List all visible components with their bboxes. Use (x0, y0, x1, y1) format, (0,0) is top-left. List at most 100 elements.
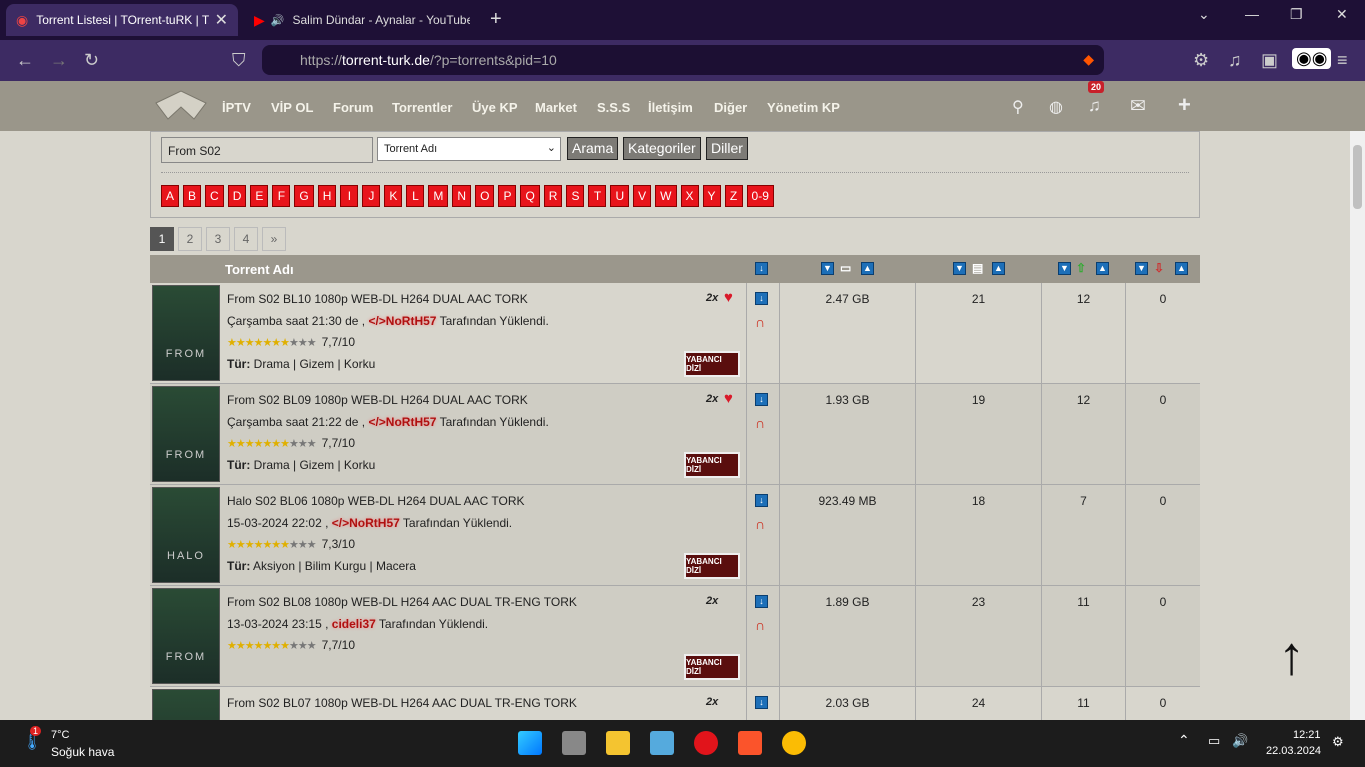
download-icon[interactable]: ↓ (755, 393, 768, 406)
letter-filter-r[interactable]: R (543, 185, 563, 207)
nav-market[interactable]: Market (535, 100, 577, 115)
letter-filter-v[interactable]: V (633, 185, 652, 207)
letter-filter-0-9[interactable]: 0-9 (746, 185, 774, 207)
brave-shield-icon[interactable]: ◆ (1083, 51, 1094, 68)
genre-list[interactable]: Drama | Gizem | Korku (254, 458, 376, 472)
sidebar-icon[interactable]: ▣ (1261, 50, 1278, 71)
foreign-series-badge[interactable]: YABANCI DİZİ (684, 654, 740, 680)
seeders-sort-down-icon[interactable]: ▼ (1058, 262, 1071, 275)
chevron-down-icon[interactable]: ⌄ (1198, 6, 1210, 23)
uploader-link[interactable]: </>NoRtH57 (332, 516, 400, 530)
uploader-link[interactable]: </>NoRtH57 (368, 314, 436, 328)
back-icon[interactable]: ← (16, 50, 34, 71)
torrent-title-link[interactable]: From S02 BL08 1080p WEB-DL H264 AAC DUAL… (227, 595, 577, 609)
search-button[interactable]: Arama (567, 137, 619, 160)
letter-filter-q[interactable]: Q (520, 185, 540, 207)
letter-filter-b[interactable]: B (183, 185, 202, 207)
magnet-icon[interactable]: ∩ (755, 516, 765, 532)
size-sort-up-icon[interactable]: ▲ (861, 262, 874, 275)
download-icon[interactable]: ↓ (755, 292, 768, 305)
foreign-series-badge[interactable]: YABANCI DİZİ (684, 351, 740, 377)
start-icon[interactable] (518, 731, 542, 755)
volume-icon[interactable]: 🔊 (1232, 733, 1248, 749)
letter-filter-e[interactable]: E (250, 185, 269, 207)
poster-image[interactable]: FROM (152, 285, 220, 381)
page-button-2[interactable]: 2 (178, 227, 202, 251)
letter-filter-d[interactable]: D (227, 185, 247, 207)
menu-icon[interactable]: ≡ (1337, 50, 1348, 71)
tab-youtube[interactable]: ▶ 🔊 Salim Dündar - Aynalar - YouTube (244, 4, 480, 36)
foreign-series-badge[interactable]: YABANCI DİZİ (684, 452, 740, 478)
nav-vip[interactable]: VİP OL (271, 100, 313, 115)
poster-image[interactable]: FROM (152, 588, 220, 684)
letter-filter-h[interactable]: H (317, 185, 337, 207)
letter-filter-o[interactable]: O (475, 185, 495, 207)
new-tab-icon[interactable]: + (490, 8, 502, 31)
letter-filter-i[interactable]: I (340, 185, 359, 207)
download-icon[interactable]: ↓ (755, 595, 768, 608)
plus-icon[interactable]: + (1178, 92, 1191, 118)
mail-icon[interactable]: ✉ (1130, 95, 1146, 118)
scrollbar-thumb[interactable] (1353, 145, 1362, 209)
poster-image[interactable]: FROM (152, 386, 220, 482)
uploader-link[interactable]: cideli37 (332, 617, 376, 631)
reload-icon[interactable]: ↻ (84, 50, 99, 71)
minimize-icon[interactable]: — (1245, 6, 1259, 22)
genre-list[interactable]: Drama | Gizem | Korku (254, 357, 376, 371)
heart-icon[interactable]: ♥ (724, 289, 733, 306)
download-icon[interactable]: ↓ (755, 494, 768, 507)
next-page-button[interactable]: » (262, 227, 286, 251)
completed-sort-down-icon[interactable]: ▼ (953, 262, 966, 275)
letter-filter-c[interactable]: C (205, 185, 224, 207)
letter-filter-s[interactable]: S (566, 185, 585, 207)
letter-filter-p[interactable]: P (498, 185, 517, 207)
download-icon[interactable]: ↓ (755, 696, 768, 709)
page-scrollbar[interactable] (1350, 131, 1365, 720)
globe-icon[interactable]: ◍ (1049, 97, 1063, 117)
torrent-title-link[interactable]: From S02 BL07 1080p WEB-DL H264 AAC DUAL… (227, 696, 577, 710)
letter-filter-t[interactable]: T (588, 185, 607, 207)
clock-time[interactable]: 12:21 (1293, 729, 1321, 741)
letter-filter-f[interactable]: F (272, 185, 291, 207)
page-button-4[interactable]: 4 (234, 227, 258, 251)
nav-diger[interactable]: Diğer (714, 100, 747, 115)
close-icon[interactable]: ✕ (215, 10, 228, 30)
column-torrent-name[interactable]: Torrent Adı (225, 262, 294, 277)
nav-sss[interactable]: S.S.S (597, 100, 630, 115)
music-icon[interactable]: ♫ (1228, 50, 1242, 71)
leechers-sort-down-icon[interactable]: ▼ (1135, 262, 1148, 275)
bell-icon[interactable]: ♫ (1088, 96, 1101, 116)
completed-sort-up-icon[interactable]: ▲ (992, 262, 1005, 275)
maximize-icon[interactable]: ❐ (1290, 6, 1303, 23)
torrent-title-link[interactable]: From S02 BL09 1080p WEB-DL H264 DUAL AAC… (227, 393, 528, 407)
nav-yonetim[interactable]: Yönetim KP (767, 100, 840, 115)
magnet-icon[interactable]: ∩ (755, 617, 765, 633)
extensions-icon[interactable]: ⚙ (1193, 50, 1209, 71)
nav-iptv[interactable]: İPTV (222, 100, 251, 115)
search-input[interactable]: From S02 (161, 137, 373, 163)
letter-filter-u[interactable]: U (610, 185, 630, 207)
search-type-select[interactable]: Torrent Adı ⌄ (377, 137, 561, 161)
letter-filter-g[interactable]: G (294, 185, 314, 207)
task-view-icon[interactable] (562, 731, 586, 755)
letter-filter-y[interactable]: Y (702, 185, 721, 207)
clock-date[interactable]: 22.03.2024 (1266, 745, 1321, 757)
scroll-to-top-icon[interactable]: ↑ (1278, 625, 1305, 687)
leechers-sort-up-icon[interactable]: ▲ (1175, 262, 1188, 275)
poster-image[interactable]: HALO (152, 487, 220, 583)
opera-icon[interactable] (694, 731, 718, 755)
chrome-icon[interactable] (782, 731, 806, 755)
url-field[interactable]: https://torrent-turk.de/?p=torrents&pid=… (262, 45, 1104, 75)
bookmark-icon[interactable]: ⛉ (232, 50, 246, 71)
heart-icon[interactable]: ♥ (724, 390, 733, 407)
notification-center-icon[interactable]: ⚙ (1332, 734, 1344, 750)
network-icon[interactable]: ▭ (1208, 733, 1220, 749)
magnet-icon[interactable]: ∩ (755, 314, 765, 330)
download-sort-icon[interactable]: ↓ (755, 262, 768, 275)
forward-icon[interactable]: → (50, 50, 68, 71)
letter-filter-z[interactable]: Z (724, 185, 743, 207)
seeders-sort-up-icon[interactable]: ▲ (1096, 262, 1109, 275)
close-window-icon[interactable]: ✕ (1336, 6, 1348, 23)
letter-filter-n[interactable]: N (452, 185, 472, 207)
tab-torrent-list[interactable]: ◉ Torrent Listesi | TOrrent-tuRK | T... … (6, 4, 238, 36)
